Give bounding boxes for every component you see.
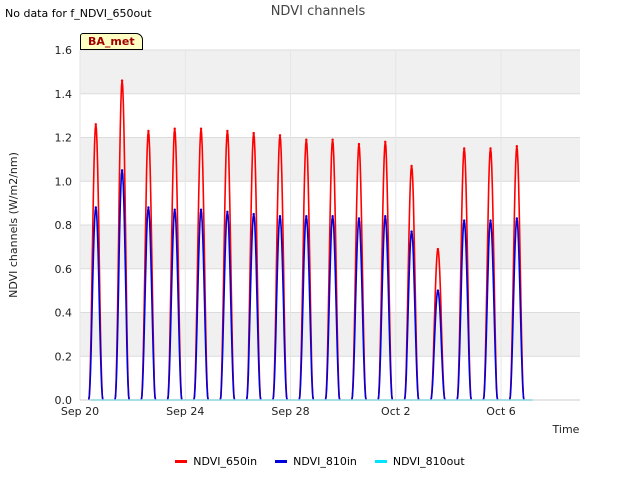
data-point-ndvi-650in [278, 134, 282, 137]
data-point-ndvi-650in [331, 138, 334, 141]
y-tick-label: 1.2 [55, 132, 73, 145]
data-point-ndvi-650in [489, 147, 492, 150]
y-tick-labels: 0.00.20.40.60.81.01.21.41.6 [55, 44, 73, 407]
data-point-ndvi-810in [199, 208, 203, 211]
chart-title: NDVI channels [271, 4, 366, 19]
y-tick-label: 0.6 [55, 263, 73, 276]
legend-label-ndvi-650in: NDVI_650in [193, 454, 258, 468]
ndvi-chart: 0.00.20.40.60.81.01.21.41.6 Sep 20 Sep 24… [7, 4, 580, 436]
data-point-ndvi-810in [147, 206, 150, 209]
data-point-ndvi-650in [199, 127, 203, 130]
legend-swatch-ndvi-810out [374, 459, 387, 463]
data-point-ndvi-810in [305, 215, 308, 218]
legend-swatch-ndvi-810in [275, 459, 288, 463]
data-point-ndvi-810in [436, 289, 440, 292]
y-tick-label: 1.4 [55, 88, 73, 101]
data-point-ndvi-650in [147, 129, 150, 133]
legend-label-ndvi-810out: NDVI_810out [392, 454, 465, 468]
data-point-ndvi-810in [463, 219, 466, 222]
y-tick-label: 0.8 [55, 219, 73, 232]
y-axis-label: NDVI channels (W/m2/nm) [7, 152, 20, 298]
data-point-ndvi-650in [436, 247, 440, 251]
data-point-ndvi-810in [226, 210, 229, 214]
station-badge: BA_met [80, 33, 143, 50]
x-tick-label: Oct 2 [381, 405, 411, 418]
data-point-ndvi-810in [94, 206, 97, 209]
y-tick-label: 0.4 [55, 307, 73, 320]
grid-band [80, 137, 580, 182]
legend-item-ndvi-810out: NDVI_810out [374, 453, 465, 469]
x-tick-label: Sep 28 [271, 405, 309, 418]
x-tick-label: Sep 24 [166, 405, 204, 418]
no-data-message: No data for f_NDVI_650out [5, 7, 152, 20]
data-point-ndvi-650in [384, 140, 387, 144]
data-point-ndvi-650in [515, 145, 519, 148]
data-point-ndvi-810in [384, 215, 387, 218]
data-point-ndvi-650in [94, 123, 97, 126]
data-point-ndvi-810in [120, 169, 124, 172]
data-point-ndvi-810in [252, 212, 255, 216]
data-point-ndvi-650in [410, 164, 413, 168]
legend-swatch-ndvi-650in [175, 459, 188, 463]
data-point-ndvi-650in [120, 79, 124, 82]
legend-item-ndvi-650in: NDVI_650in [175, 453, 257, 469]
grid-band [80, 312, 580, 357]
x-tick-labels: Sep 20 Sep 24 Sep 28 Oct 2 Oct 6 [61, 405, 516, 418]
legend-item-ndvi-810in: NDVI_810in [275, 453, 357, 469]
y-tick-label: 1.6 [55, 44, 73, 57]
data-point-ndvi-810in [357, 217, 361, 220]
data-point-ndvi-810in [278, 215, 282, 218]
data-point-ndvi-810in [410, 230, 413, 233]
data-point-ndvi-650in [226, 129, 229, 133]
data-point-ndvi-810in [515, 217, 519, 220]
grid-band [80, 50, 580, 94]
legend: NDVI_650in NDVI_810in NDVI_810out [0, 453, 640, 469]
y-tick-label: 0.2 [55, 350, 73, 363]
y-tick-label: 1.0 [55, 175, 73, 188]
data-point-ndvi-650in [357, 142, 361, 146]
data-point-ndvi-810in [489, 219, 492, 222]
data-point-ndvi-650in [173, 127, 176, 130]
x-tick-label: Sep 20 [61, 405, 99, 418]
data-point-ndvi-810in [331, 215, 334, 218]
data-point-ndvi-650in [463, 147, 466, 150]
data-point-ndvi-650in [305, 138, 308, 141]
data-point-ndvi-810in [173, 208, 176, 211]
legend-label-ndvi-810in: NDVI_810in [293, 454, 357, 468]
data-point-ndvi-650in [252, 131, 255, 135]
x-tick-label: Oct 6 [486, 405, 516, 418]
x-axis-label: Time [552, 423, 580, 436]
